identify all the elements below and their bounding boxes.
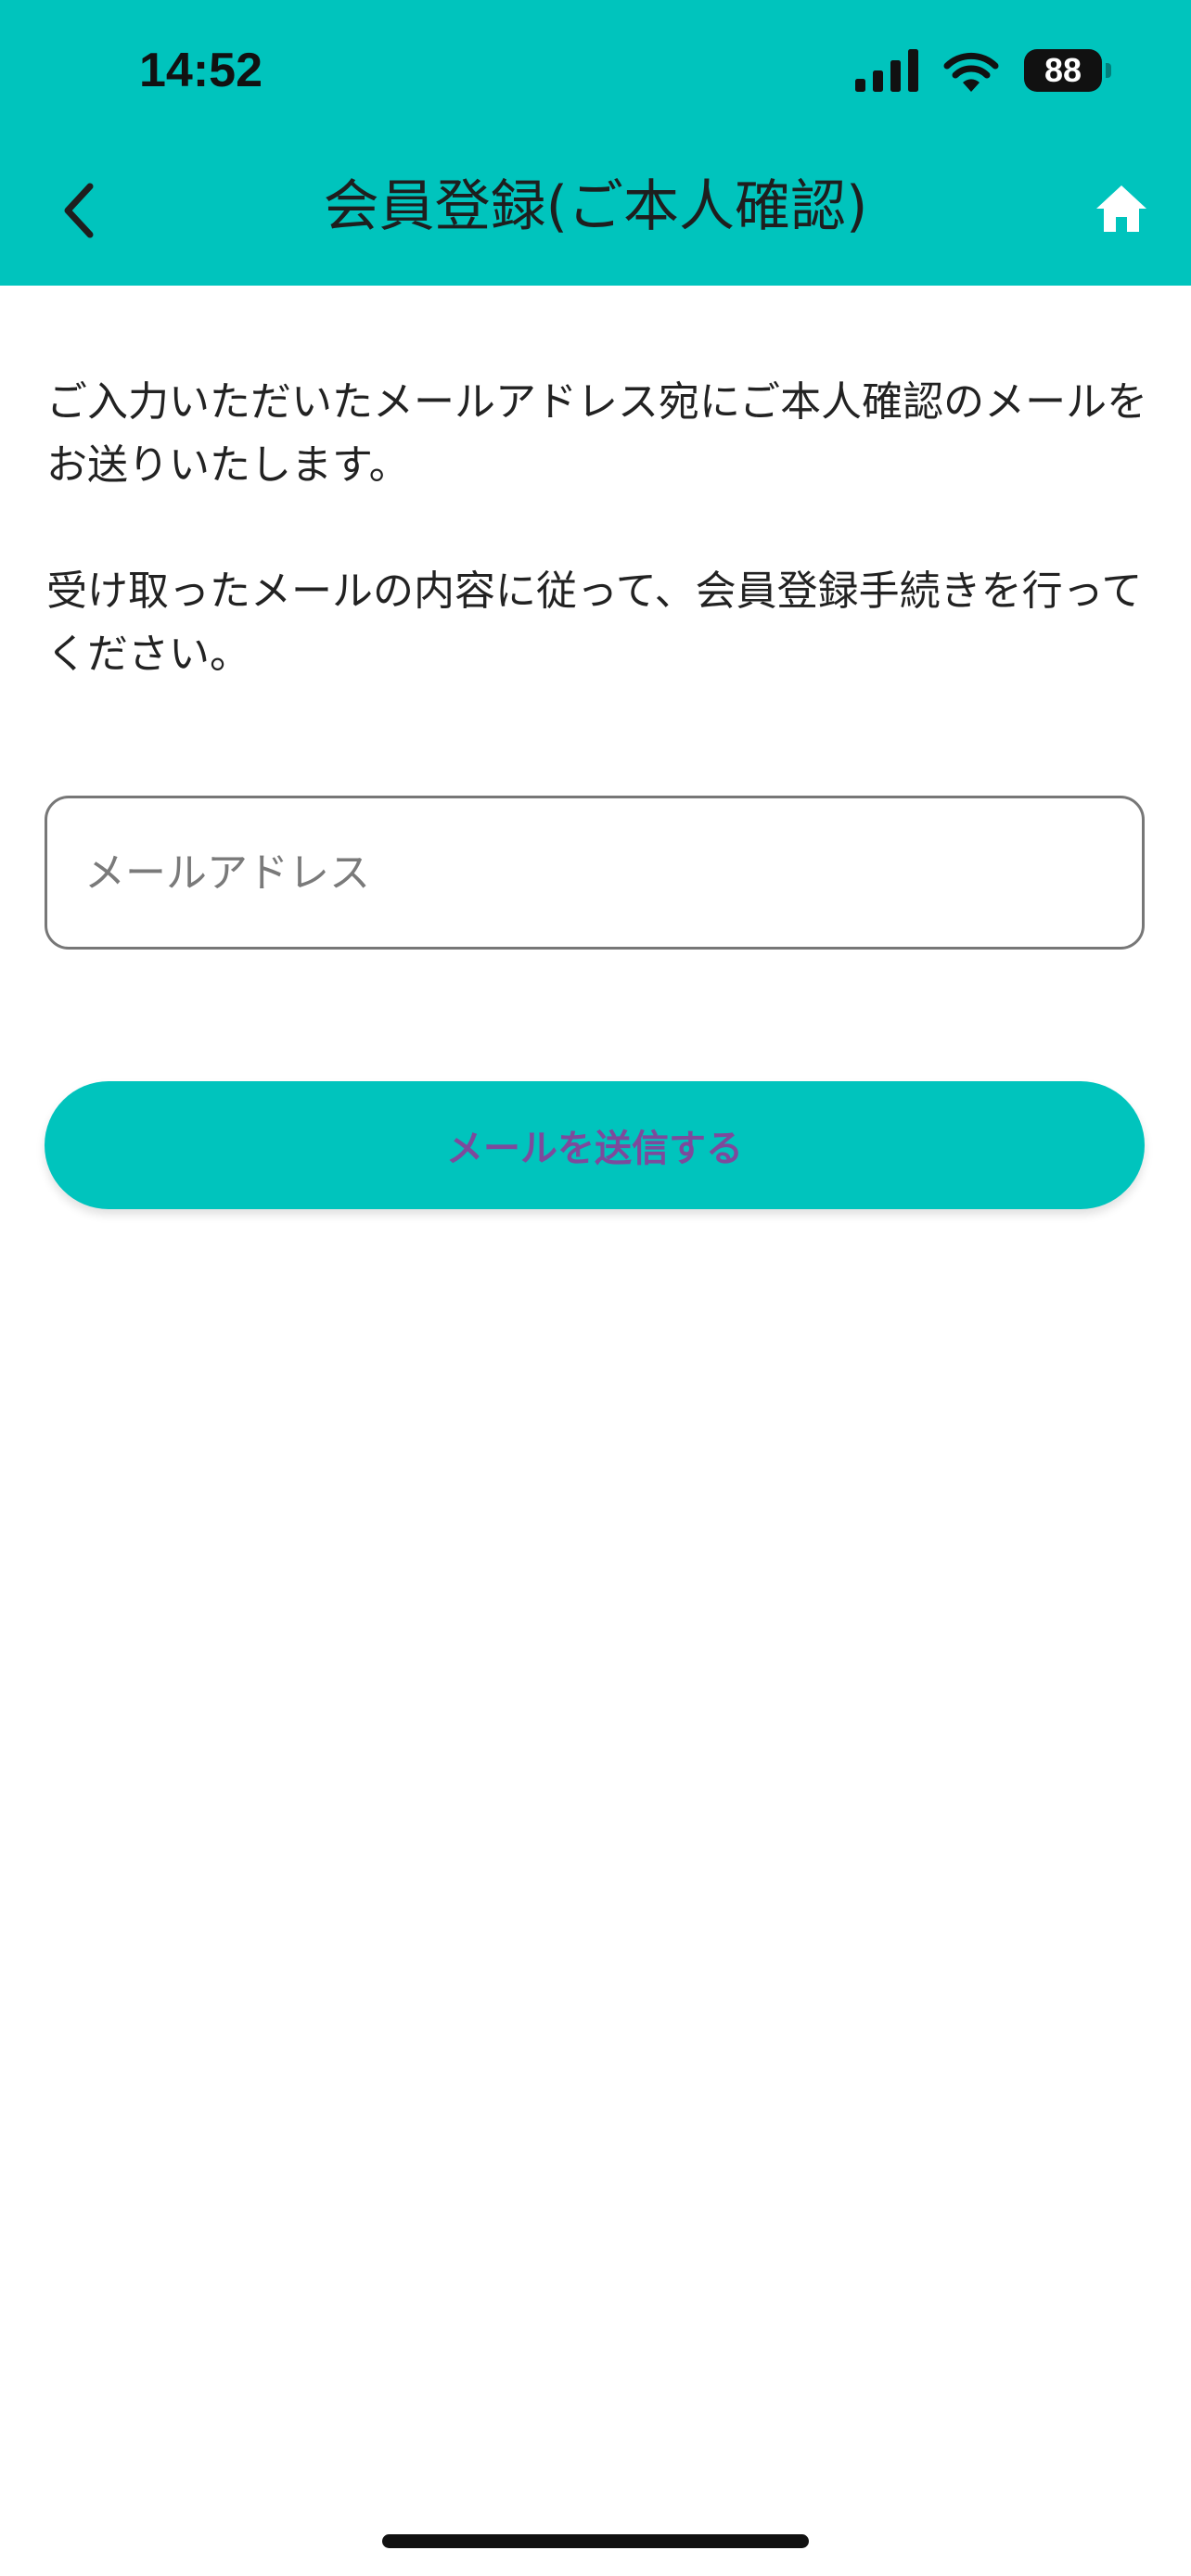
description-paragraph-2: 受け取ったメールの内容に従って、会員登録手続きを行ってください。 bbox=[46, 567, 1143, 678]
email-field[interactable] bbox=[45, 796, 1145, 950]
send-email-button[interactable]: メールを送信する bbox=[45, 1081, 1145, 1209]
description: ご入力いただいたメールアドレス宛にご本人確認のメールをお送りいたします。 受け取… bbox=[46, 371, 1150, 749]
send-email-button-label: メールを送信する bbox=[446, 1128, 743, 1170]
back-button[interactable] bbox=[46, 169, 111, 252]
description-paragraph-1: ご入力いただいたメールアドレス宛にご本人確認のメールをお送りいたします。 bbox=[46, 378, 1148, 489]
status-time: 14:52 bbox=[139, 44, 263, 97]
app-header: 14:52 88 会員登録(ご本人確認) bbox=[0, 0, 1191, 286]
signal-icon bbox=[855, 49, 918, 92]
wifi-icon bbox=[943, 52, 999, 92]
chevron-left-icon bbox=[64, 183, 94, 238]
email-input[interactable] bbox=[83, 848, 1142, 898]
home-button[interactable] bbox=[1089, 176, 1154, 241]
home-icon bbox=[1096, 185, 1146, 232]
battery-cap bbox=[1106, 63, 1111, 78]
home-indicator bbox=[382, 2534, 809, 2548]
status-icons: 88 bbox=[855, 45, 1111, 96]
page-title: 会員登録(ご本人確認) bbox=[323, 174, 868, 239]
battery-indicator: 88 bbox=[1024, 49, 1111, 92]
battery-level: 88 bbox=[1044, 51, 1082, 89]
